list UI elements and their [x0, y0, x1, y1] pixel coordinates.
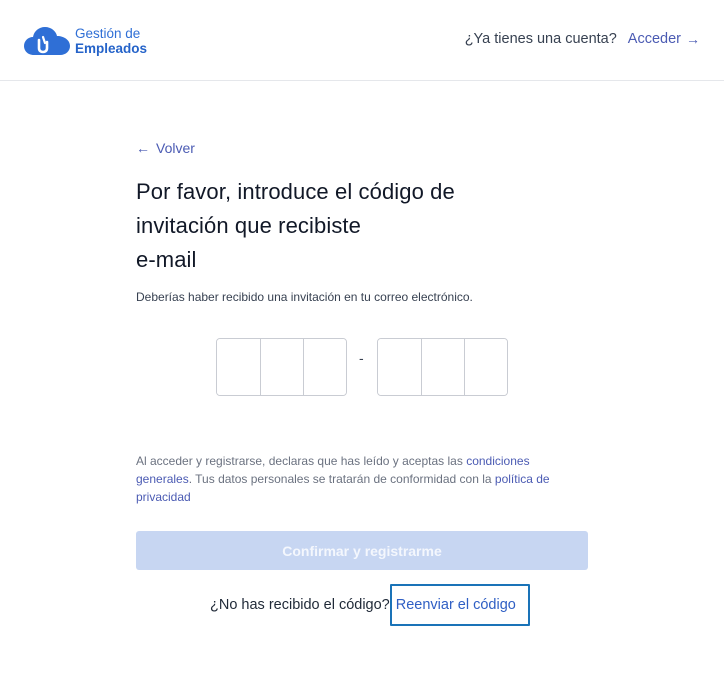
logo-line-1: Gestión de: [75, 26, 141, 41]
resend-code-link[interactable]: Reenviar el código: [389, 584, 530, 626]
code-digit-input[interactable]: [465, 339, 507, 395]
app-logo[interactable]: Gestión de Empleados: [24, 24, 147, 58]
page-subtitle: Deberías haber recibido una invitación e…: [136, 290, 473, 304]
resend-row: ¿No has recibido el código? Reenviar el …: [210, 584, 530, 626]
account-prompt: ¿Ya tienes una cuenta? Acceder →: [465, 31, 700, 47]
code-digit-input[interactable]: [217, 339, 261, 395]
code-group-1: [216, 338, 347, 396]
terms-middle: . Tus datos personales se tratarán de co…: [188, 472, 492, 486]
back-link[interactable]: ← Volver: [136, 140, 195, 156]
top-header: Gestión de Empleados ¿Ya tienes una cuen…: [0, 0, 724, 81]
account-question: ¿Ya tienes una cuenta?: [464, 31, 617, 47]
cloud-logo-icon: [24, 27, 70, 55]
code-separator: -: [359, 350, 364, 366]
title-line-2: invitación que recibiste: [136, 213, 361, 238]
login-label: Acceder: [627, 31, 681, 47]
code-group-2: [377, 338, 508, 396]
arrow-right-icon: →: [686, 31, 700, 47]
title-line-1: Por favor, introduce el código de: [136, 179, 455, 204]
login-link[interactable]: Acceder →: [628, 31, 700, 47]
code-digit-input[interactable]: [260, 339, 305, 395]
title-line-3: e-mail: [136, 247, 197, 272]
code-digit-input[interactable]: [304, 339, 346, 395]
code-digit-input[interactable]: [378, 339, 422, 395]
back-label: Volver: [156, 140, 195, 156]
terms-text: Al acceder y registrarse, declaras que h…: [136, 452, 576, 506]
logo-line-2: Empleados: [75, 41, 148, 56]
terms-prefix: Al acceder y registrarse, declaras que h…: [136, 454, 463, 468]
resend-question: ¿No has recibido el código?: [210, 597, 390, 613]
page-title: Por favor, introduce el código de invita…: [136, 175, 556, 277]
code-digit-input[interactable]: [421, 339, 466, 395]
logo-text: Gestión de Empleados: [75, 26, 147, 56]
arrow-left-icon: ←: [136, 140, 150, 156]
confirm-register-button[interactable]: Confirmar y registrarme: [136, 531, 588, 570]
